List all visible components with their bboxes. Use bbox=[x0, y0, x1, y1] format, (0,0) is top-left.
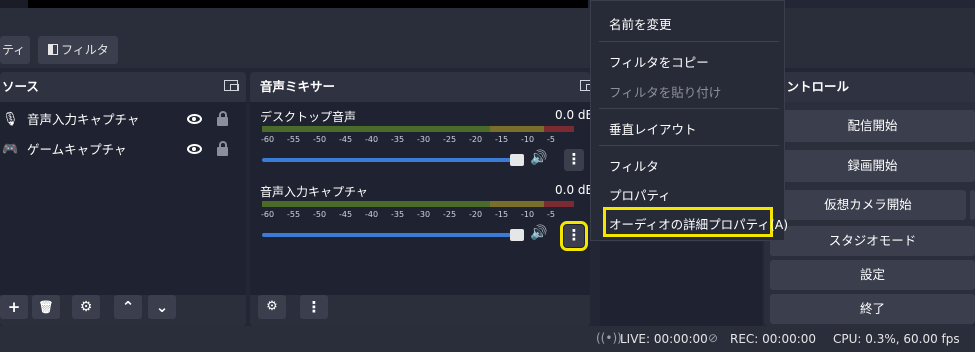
dock-gap bbox=[600, 242, 762, 326]
menu-item-properties[interactable]: プロパティ bbox=[609, 185, 671, 204]
sources-dock-title: ソース bbox=[2, 79, 39, 94]
gear-icon[interactable]: ⚙ bbox=[258, 295, 286, 319]
channel-name-desktop-audio: デスクトップ音声 bbox=[260, 110, 357, 124]
audio-mixer-header: 音声ミキサー bbox=[250, 72, 595, 102]
volume-meter-desktop-audio bbox=[262, 126, 574, 132]
audio-mixer-dock: 音声ミキサー デスクトップ音声 0.0 dB -60 -55 -50 -45 -40 -3… bbox=[250, 72, 595, 326]
move-up-button[interactable]: ⌃ bbox=[114, 295, 142, 319]
move-down-button[interactable]: ⌄ bbox=[148, 295, 176, 319]
trash-icon[interactable]: 🗑 bbox=[32, 295, 60, 319]
mixer-menu-button[interactable]: ⋮ bbox=[300, 295, 328, 319]
slider-handle[interactable] bbox=[510, 154, 524, 166]
source-toolbar: ティ フィルタ bbox=[0, 8, 975, 68]
add-source-button[interactable]: + bbox=[0, 295, 28, 319]
speaker-icon[interactable]: 🔊 bbox=[530, 225, 547, 241]
channel-name-audio-input: 音声入力キャプチャ bbox=[260, 185, 368, 199]
controls-dock-header: コントロール bbox=[764, 72, 975, 102]
start-streaming-button[interactable]: 配信開始 bbox=[770, 110, 975, 142]
gear-icon[interactable]: ⚙ bbox=[72, 295, 100, 319]
source-item-label: 音声入力キャプチャ bbox=[27, 112, 140, 127]
properties-tab-label: ティ bbox=[2, 43, 26, 57]
preview-edge bbox=[0, 0, 28, 8]
gamepad-icon: 🎮 bbox=[2, 142, 19, 157]
start-virtual-camera-button[interactable]: 仮想カメラ開始 bbox=[770, 190, 966, 220]
sources-dock: ソース 🎙 音声入力キャプチャ 🎮 ゲームキャプチャ + 🗑 ⚙ ⌃ ⌄ bbox=[0, 72, 246, 326]
meter-ticks: -60 -55 -50 -45 -40 -35 -30 -25 -20 -15 -10 -5 bbox=[261, 210, 555, 219]
live-timer: LIVE: 00:00:00 bbox=[620, 332, 708, 346]
source-item-label: ゲームキャプチャ bbox=[27, 142, 127, 157]
sources-list: 🎙 音声入力キャプチャ 🎮 ゲームキャプチャ bbox=[0, 102, 246, 295]
sources-dock-header: ソース bbox=[0, 72, 246, 102]
volume-slider-desktop-audio[interactable] bbox=[262, 154, 524, 166]
cpu-fps-readout: CPU: 0.3%, 60.00 fps bbox=[833, 332, 960, 346]
status-bar: ((•)) LIVE: 00:00:00 ⊘ REC: 00:00:00 CPU… bbox=[0, 326, 975, 352]
menu-item-filters[interactable]: フィルタ bbox=[609, 156, 659, 175]
recording-icon: ⊘ bbox=[708, 331, 719, 345]
meter-ticks: -60 -55 -50 -45 -40 -35 -30 -25 -20 -15 -10 -5 bbox=[261, 135, 555, 144]
microphone-icon: 🎙 bbox=[2, 112, 19, 127]
filter-icon bbox=[48, 44, 58, 55]
volume-slider-audio-input[interactable] bbox=[262, 229, 524, 241]
studio-mode-button[interactable]: スタジオモード bbox=[770, 226, 975, 256]
menu-item-advanced-audio-properties[interactable]: オーディオの詳細プロパティ(A) bbox=[609, 214, 788, 233]
settings-button[interactable]: 設定 bbox=[770, 260, 975, 290]
lock-icon[interactable] bbox=[217, 141, 228, 156]
controls-dock-title: コントロール bbox=[774, 79, 850, 94]
stream-signal-icon: ((•)) bbox=[596, 331, 622, 345]
eye-icon[interactable] bbox=[187, 144, 202, 154]
start-recording-button[interactable]: 録画開始 bbox=[770, 150, 975, 182]
channel-db-desktop-audio: 0.0 dB bbox=[555, 108, 594, 122]
context-menu: 名前を変更 フィルタをコピー フィルタを貼り付け 垂直レイアウト フィルタ プロ… bbox=[590, 0, 788, 241]
exit-button[interactable]: 終了 bbox=[770, 294, 975, 324]
menu-item-paste-filters: フィルタを貼り付け bbox=[609, 85, 722, 100]
eye-icon[interactable] bbox=[187, 114, 202, 124]
source-item-game-capture[interactable]: 🎮 ゲームキャプチャ bbox=[0, 137, 246, 163]
audio-mixer-body: デスクトップ音声 0.0 dB -60 -55 -50 -45 -40 -35 -30 -25… bbox=[250, 102, 594, 295]
source-item-audio-input[interactable]: 🎙 音声入力キャプチャ bbox=[0, 107, 246, 133]
virtual-camera-settings-button[interactable] bbox=[970, 190, 975, 220]
desktop-audio-menu-button[interactable]: ⋮ bbox=[564, 149, 584, 171]
popout-icon[interactable] bbox=[224, 80, 239, 91]
audio-input-menu-button[interactable]: ⋮ bbox=[560, 221, 588, 251]
channel-db-audio-input: 0.0 dB bbox=[555, 183, 594, 197]
volume-meter-audio-input bbox=[262, 201, 574, 207]
menu-separator bbox=[599, 145, 779, 146]
menu-item-rename[interactable]: 名前を変更 bbox=[609, 14, 672, 33]
preview-canvas bbox=[28, 0, 588, 8]
speaker-icon[interactable]: 🔊 bbox=[530, 150, 547, 166]
menu-separator bbox=[599, 108, 779, 109]
menu-separator bbox=[599, 41, 779, 42]
menu-item-vertical-layout[interactable]: 垂直レイアウト bbox=[609, 119, 697, 138]
filter-button[interactable]: フィルタ bbox=[38, 36, 118, 64]
audio-mixer-title: 音声ミキサー bbox=[260, 79, 336, 94]
slider-handle[interactable] bbox=[510, 229, 524, 241]
menu-item-copy-filters[interactable]: フィルタをコピー bbox=[609, 52, 709, 71]
rec-timer: REC: 00:00:00 bbox=[730, 332, 817, 346]
lock-icon[interactable] bbox=[217, 111, 228, 126]
properties-tab-button[interactable]: ティ bbox=[0, 36, 30, 64]
filter-button-label: フィルタ bbox=[61, 43, 109, 57]
